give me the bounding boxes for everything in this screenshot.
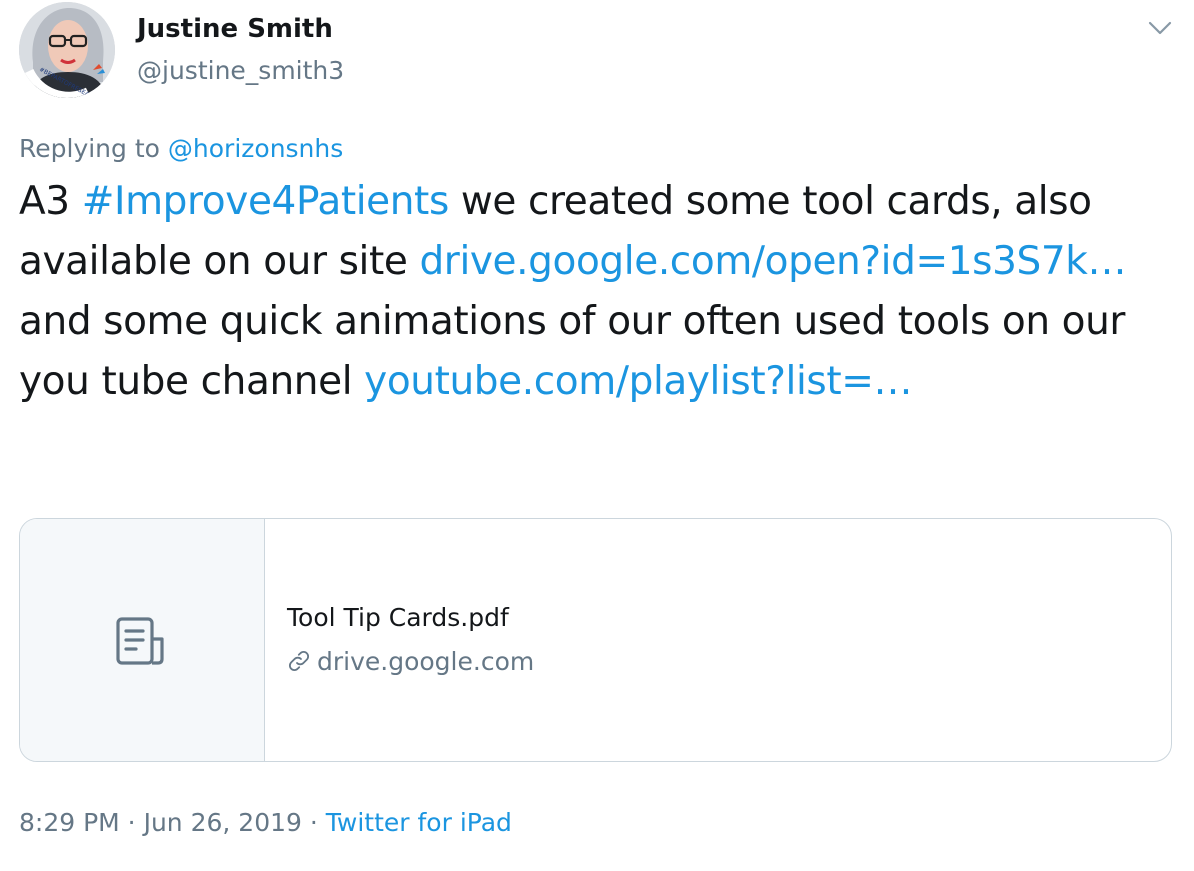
display-name[interactable]: Justine Smith bbox=[137, 14, 333, 44]
tweet-time[interactable]: 8:29 PM bbox=[19, 808, 120, 837]
chevron-down-icon[interactable] bbox=[1146, 14, 1174, 42]
user-handle[interactable]: @justine_smith3 bbox=[137, 56, 344, 85]
avatar-image: #BEPARTOFRESEARCH bbox=[19, 2, 115, 98]
card-domain: drive.google.com bbox=[287, 647, 534, 676]
card-domain-text: drive.google.com bbox=[317, 647, 535, 676]
reply-mention-link[interactable]: @horizonsnhs bbox=[168, 134, 343, 163]
tweet: #BEPARTOFRESEARCH Justine Smith @justine… bbox=[0, 0, 1194, 871]
meta-separator: · bbox=[301, 808, 326, 837]
card-thumbnail bbox=[20, 519, 265, 761]
meta-separator: · bbox=[119, 808, 144, 837]
tweet-source-link[interactable]: Twitter for iPad bbox=[326, 808, 512, 837]
link-icon bbox=[288, 650, 310, 672]
tweet-date[interactable]: Jun 26, 2019 bbox=[144, 808, 302, 837]
tweet-meta: 8:29 PM · Jun 26, 2019 · Twitter for iPa… bbox=[19, 808, 512, 837]
avatar[interactable]: #BEPARTOFRESEARCH bbox=[19, 2, 115, 98]
link-preview-card[interactable]: Tool Tip Cards.pdf drive.google.com bbox=[19, 518, 1172, 762]
document-icon bbox=[116, 617, 164, 665]
tweet-text-seg1: A3 bbox=[19, 179, 82, 224]
hashtag-link[interactable]: #Improve4Patients bbox=[82, 179, 450, 224]
card-title: Tool Tip Cards.pdf bbox=[287, 603, 509, 632]
replying-to: Replying to @horizonsnhs bbox=[19, 134, 343, 163]
tweet-text: A3 #Improve4Patients we created some too… bbox=[19, 172, 1169, 412]
drive-link[interactable]: drive.google.com/open?id=1s3S7k… bbox=[419, 239, 1126, 284]
youtube-link[interactable]: youtube.com/playlist?list=… bbox=[364, 359, 912, 404]
replying-to-label: Replying to bbox=[19, 134, 160, 163]
